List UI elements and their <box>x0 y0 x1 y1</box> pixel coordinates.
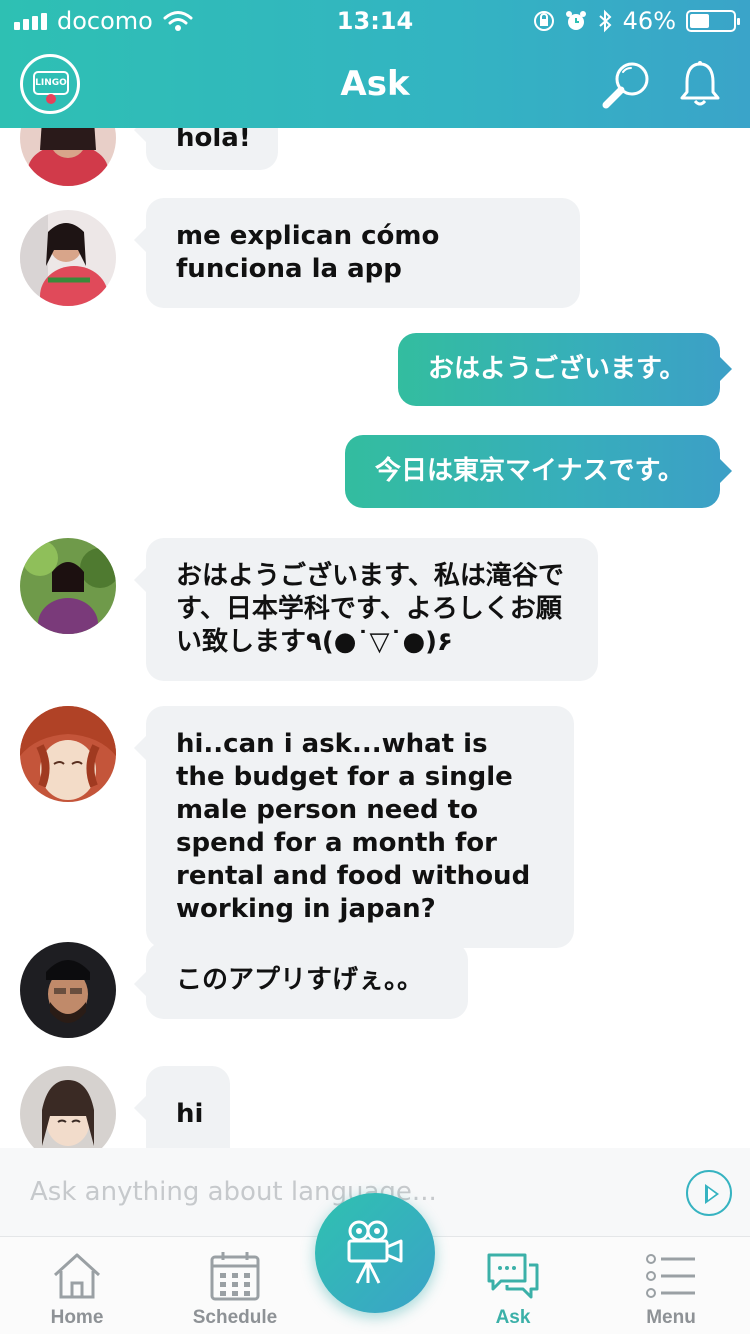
chat-icon <box>487 1253 539 1299</box>
tab-label: Schedule <box>192 1307 278 1328</box>
message-text: hi <box>176 1099 204 1129</box>
battery-percent: 46% <box>622 7 676 35</box>
message-text: 今日は東京マイナスです。 <box>375 456 684 486</box>
play-icon <box>705 1184 719 1204</box>
avatar[interactable] <box>20 128 116 186</box>
status-bar: docomo 13:14 46% <box>0 0 750 40</box>
message-text: me explican cómo funciona la app <box>176 221 440 284</box>
calendar-icon <box>210 1252 260 1301</box>
message-bubble: hi..can i ask...what is the budget for a… <box>134 706 574 948</box>
avatar[interactable] <box>20 706 116 802</box>
menu-icon <box>646 1254 695 1298</box>
tab-menu[interactable]: Menu <box>596 1237 746 1334</box>
alarm-icon <box>565 11 586 30</box>
battery-icon <box>686 10 740 32</box>
tab-label: Home <box>50 1307 104 1328</box>
message-text: hi..can i ask...what is the budget for a… <box>176 729 531 924</box>
tab-ask[interactable]: Ask <box>438 1237 588 1334</box>
video-camera-icon <box>347 1220 403 1284</box>
message-text: hola! <box>176 128 251 153</box>
message-bubble: hola! <box>134 128 278 170</box>
rotation-lock-icon <box>533 11 554 31</box>
tab-label: Ask <box>495 1307 531 1328</box>
message-text: おはようございます、私は滝谷です、日本学科です、よろしくお願い致します٩(●˙▽… <box>176 561 564 657</box>
tab-home[interactable]: Home <box>2 1237 152 1334</box>
tab-schedule[interactable]: Schedule <box>160 1237 310 1334</box>
avatar[interactable] <box>20 942 116 1038</box>
send-button[interactable] <box>686 1170 732 1216</box>
message-bubble: このアプリすげぇ。。 <box>134 942 468 1019</box>
message-bubble: me explican cómo funciona la app <box>134 198 580 308</box>
video-call-button[interactable] <box>315 1193 435 1313</box>
search-icon[interactable] <box>598 58 654 112</box>
avatar[interactable] <box>20 210 116 306</box>
bluetooth-icon <box>598 9 612 33</box>
message-text: このアプリすげぇ。。 <box>176 965 424 995</box>
chat-thread[interactable]: hola! me explican cómo funciona la app お… <box>0 128 750 1148</box>
avatar[interactable] <box>20 538 116 634</box>
app-header: docomo 13:14 46% LINGO Ask <box>0 0 750 128</box>
avatar[interactable] <box>20 1066 116 1148</box>
message-bubble-sent: おはようございます。 <box>398 333 732 406</box>
message-bubble: hi <box>134 1066 230 1148</box>
message-text: おはようございます。 <box>428 354 686 384</box>
message-bubble: おはようございます、私は滝谷です、日本学科です、よろしくお願い致します٩(●˙▽… <box>134 538 598 681</box>
message-bubble-sent: 今日は東京マイナスです。 <box>345 435 732 508</box>
bell-icon[interactable] <box>678 60 722 108</box>
home-icon <box>53 1253 101 1299</box>
tab-label: Menu <box>646 1307 696 1328</box>
